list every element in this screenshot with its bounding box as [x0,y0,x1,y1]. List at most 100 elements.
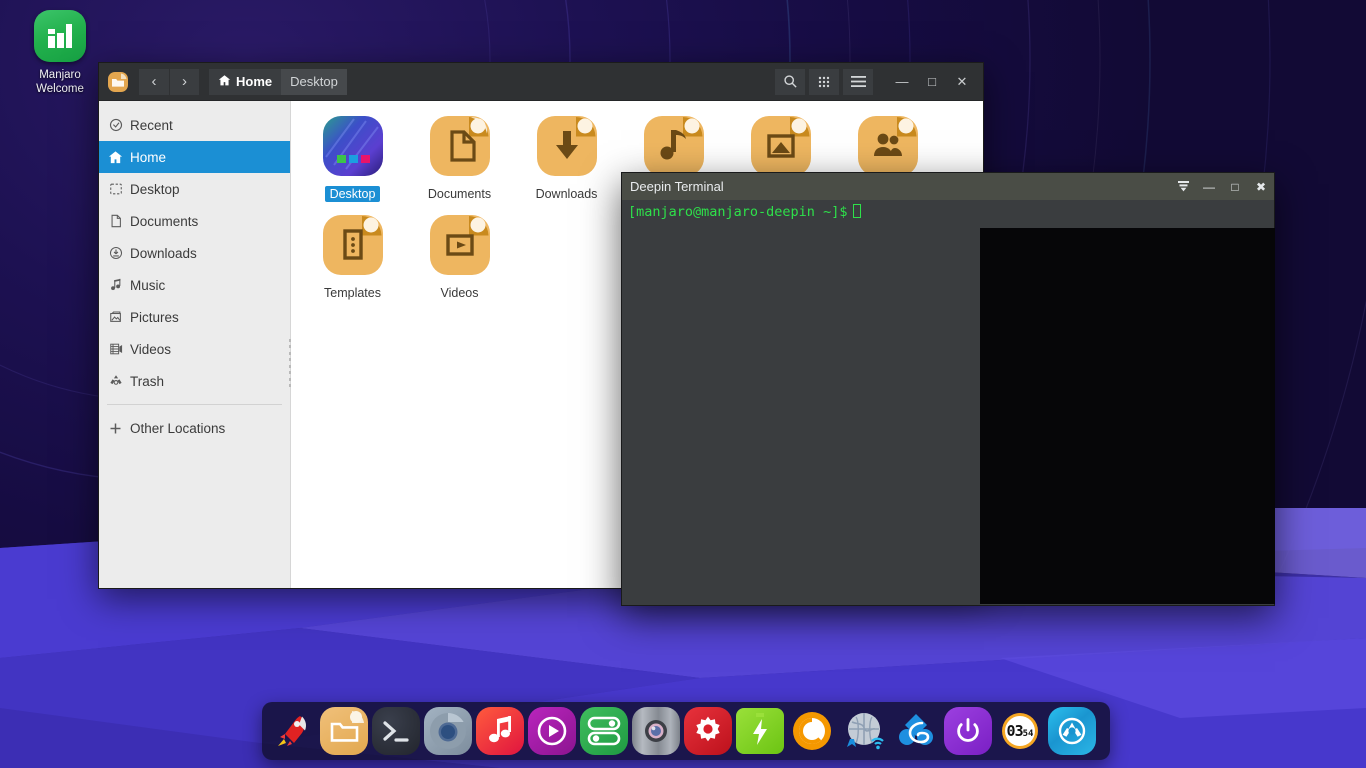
sidebar-item-downloads[interactable]: Downloads [99,237,290,269]
breadcrumb-item-home[interactable]: Home [209,69,281,95]
close-icon: ✕ [957,74,968,90]
search-icon[interactable] [775,69,805,95]
sidebar-label-home: Home [130,150,166,165]
power-icon [954,717,982,745]
trash-icon [107,373,124,390]
minimize-button[interactable]: — [887,67,917,97]
play-icon [535,714,569,748]
maximize-icon: □ [928,74,936,89]
sidebar-item-pictures[interactable]: Pictures [99,301,290,333]
desktop-icon-label-line1: Manjaro [18,68,102,82]
folder-documents-icon [429,115,491,182]
dock-item-clock[interactable]: 0354 [996,707,1044,755]
file-item-downloads[interactable]: Downloads [513,115,620,202]
dock-item-network[interactable] [840,707,888,755]
desktop-icon-manjaro-welcome[interactable]: Manjaro Welcome [18,10,102,96]
breadcrumb-label-home: Home [236,74,272,89]
terminal-maximize-button[interactable]: □ [1222,173,1248,200]
dock-item-settings-panel[interactable] [580,707,628,755]
bolt-icon [747,713,773,749]
file-item-templates[interactable]: Templates [299,214,406,301]
dock-item-video-player[interactable] [528,707,576,755]
sidebar-item-videos[interactable]: Videos [99,333,290,365]
menu-icon[interactable] [843,69,873,95]
file-manager-sidebar: Recent Home Desktop [99,101,291,588]
sidebar-item-desktop[interactable]: Desktop [99,173,290,205]
sidebar-label-desktop: Desktop [130,182,180,197]
chromium-icon [427,710,469,752]
terminal-options-button[interactable] [1170,173,1196,200]
dial-icon [790,709,834,753]
desktop-wallpaper-thumb-icon [322,115,384,182]
file-label-templates: Templates [319,285,386,301]
maximize-icon: □ [1231,180,1238,194]
dock-item-trash[interactable] [1048,707,1096,755]
breadcrumb-label-desktop: Desktop [290,74,338,89]
file-item-desktop[interactable]: Desktop [299,115,406,202]
music-icon [107,277,124,294]
sidebar-item-other-locations[interactable]: Other Locations [99,412,290,444]
camera-icon [641,716,671,746]
sidebar-item-music[interactable]: Music [99,269,290,301]
sidebar-label-pictures: Pictures [130,310,179,325]
forward-button[interactable]: › [169,69,199,95]
file-item-documents[interactable]: Documents [406,115,513,202]
chevron-left-icon: ‹ [152,73,157,90]
sidebar-label-videos: Videos [130,342,171,357]
file-manager-titlebar: ‹ › Home Desktop [99,63,983,101]
close-icon: ✖ [1256,180,1266,194]
dock-item-file-manager[interactable] [320,707,368,755]
sidebar-item-trash[interactable]: Trash [99,365,290,397]
toggles-icon [587,715,621,747]
globe-icon [842,709,886,753]
dock-item-music-player[interactable] [476,707,524,755]
terminal-titlebar[interactable]: Deepin Terminal — □ ✖ [622,173,1274,200]
chevron-right-icon: › [182,73,187,90]
close-button[interactable]: ✕ [947,67,977,97]
sidebar-item-documents[interactable]: Documents [99,205,290,237]
sidebar-item-home[interactable]: Home [99,141,290,173]
sidebar-divider [107,404,282,405]
navigation-buttons: ‹ › [139,69,199,95]
file-item-videos[interactable]: Videos [406,214,513,301]
breadcrumb-item-desktop[interactable]: Desktop [281,69,347,95]
sidebar-label-recent: Recent [130,118,173,133]
back-button[interactable]: ‹ [139,69,169,95]
terminal-cursor [853,204,861,218]
music-note-icon [484,715,516,747]
terminal-dark-region [980,228,1275,604]
dock: 0354 [262,702,1110,760]
folder-templates-icon [322,214,384,281]
sidebar-label-music: Music [130,278,165,293]
terminal-close-button[interactable]: ✖ [1248,173,1274,200]
maximize-button[interactable]: □ [917,67,947,97]
dock-item-launcher[interactable] [268,707,316,755]
dock-item-camera[interactable] [632,707,680,755]
grid-view-icon[interactable] [809,69,839,95]
dock-item-browser[interactable] [424,707,472,755]
dock-item-deepin[interactable] [892,707,940,755]
terminal-prompt: [manjaro@manjaro-deepin ~]$ [628,204,847,220]
picture-icon [107,309,124,326]
minimize-icon: — [896,74,909,89]
download-icon [107,245,124,262]
clock-minute: 54 [1023,729,1034,739]
deepin-icon [894,709,938,753]
folder-downloads-icon [536,115,598,182]
folder-icon [107,71,129,93]
terminal-output-area[interactable]: [manjaro@manjaro-deepin ~]$ [622,200,1274,605]
dock-item-shutdown[interactable] [944,707,992,755]
dock-item-system-settings[interactable] [684,707,732,755]
sidebar-item-recent[interactable]: Recent [99,109,290,141]
dock-item-volume[interactable] [788,707,836,755]
terminal-minimize-button[interactable]: — [1196,173,1222,200]
manjaro-logo-icon [34,10,86,62]
folder-icon [322,709,366,753]
sidebar-label-downloads: Downloads [130,246,197,261]
dock-item-power-manager[interactable] [736,708,784,754]
home-icon [218,74,231,90]
plus-icon [107,420,124,437]
clock-icon [107,117,124,134]
dock-item-terminal[interactable] [372,707,420,755]
minimize-icon: — [1203,180,1215,194]
